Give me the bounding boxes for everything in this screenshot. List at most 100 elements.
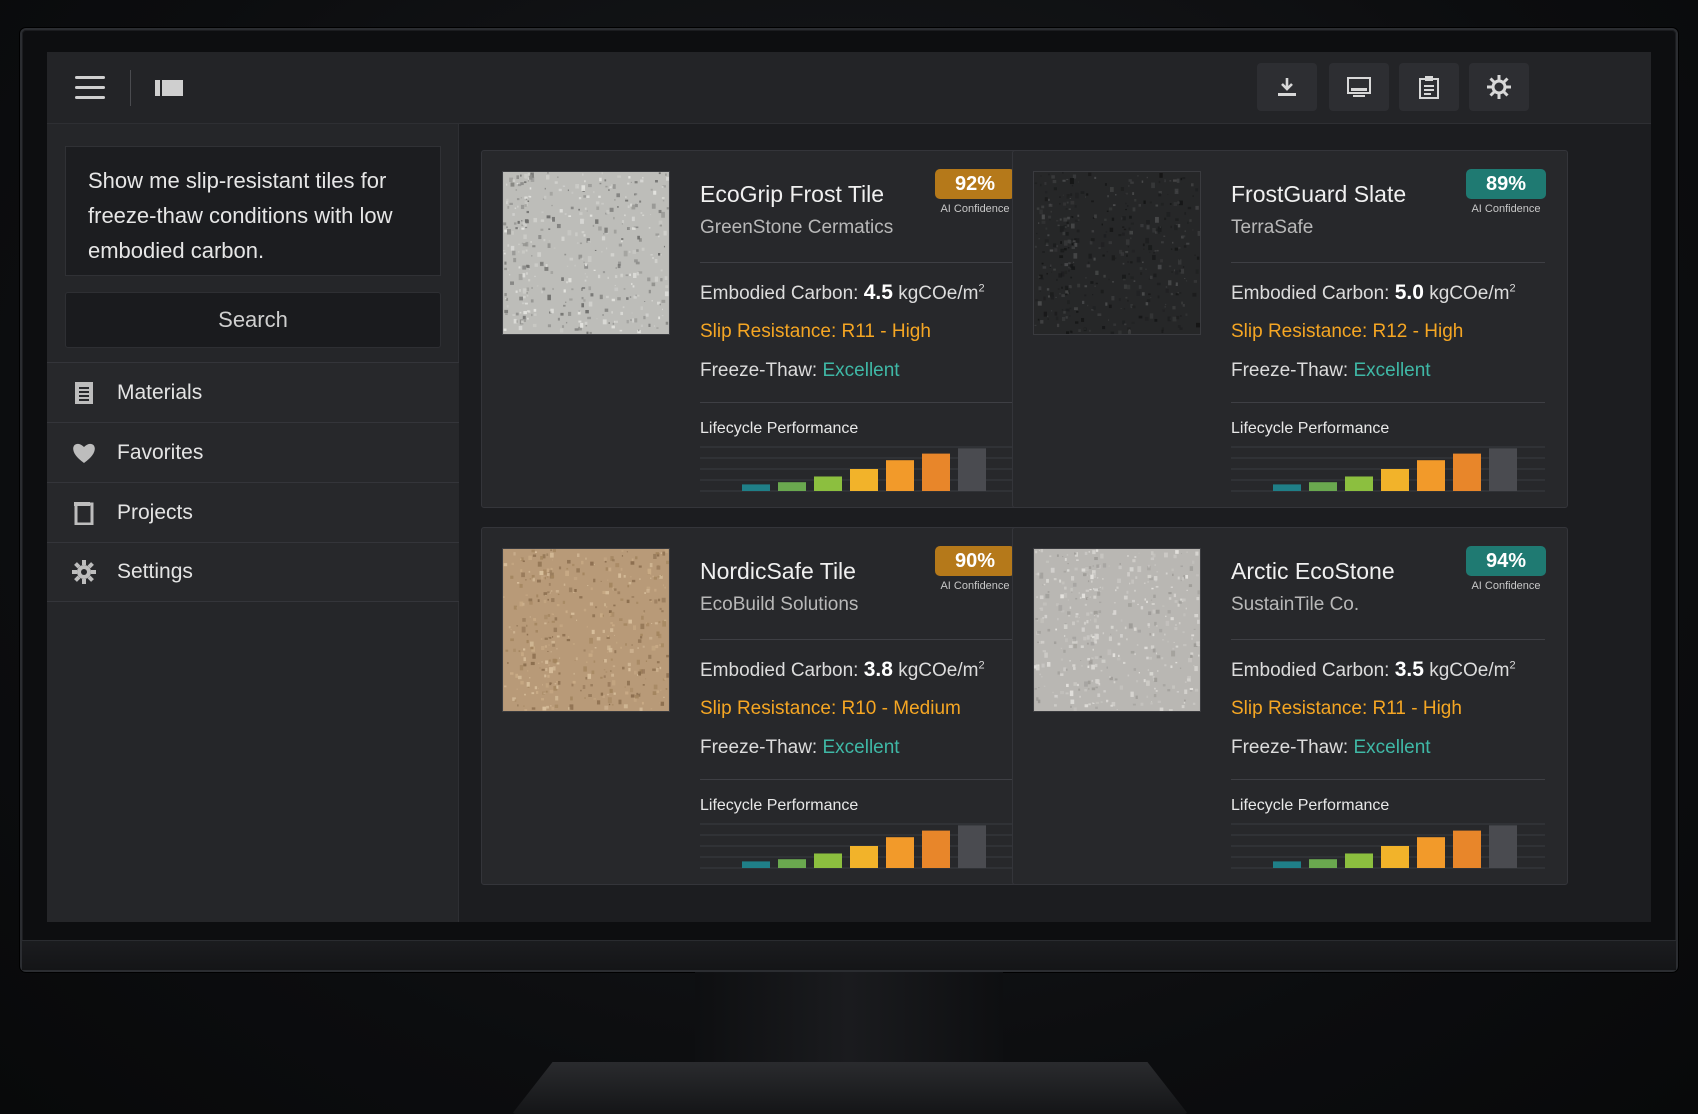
material-card[interactable]: FrostGuard Slate TerraSafe 89% AI Confid… <box>1012 150 1568 508</box>
sidebar-item-projects[interactable]: Projects <box>47 482 459 542</box>
monitor-icon <box>1347 77 1371 97</box>
sidebar-item-label: Materials <box>117 380 203 404</box>
lifecycle-bar <box>1417 837 1445 868</box>
toolbar-divider <box>130 70 131 106</box>
menu-icon[interactable] <box>75 76 105 100</box>
lifecycle-bar <box>1309 482 1337 491</box>
carbon-unit-sup: 2 <box>1509 282 1516 295</box>
results-grid: EcoGrip Frost Tile GreenStone Cermatics … <box>459 124 1651 922</box>
sidebar-item-settings[interactable]: Settings <box>47 542 459 602</box>
lifecycle-bar <box>1381 469 1409 491</box>
slip-label: Slip Resistance: <box>700 321 837 342</box>
material-name: EcoGrip Frost Tile <box>700 181 885 207</box>
lifecycle-bar <box>1489 448 1517 491</box>
carbon-unit: kgCOe/m <box>1429 283 1510 304</box>
lifecycle-bar <box>886 460 914 491</box>
slip-label: Slip Resistance: <box>1231 698 1368 719</box>
lifecycle-bar <box>1345 853 1373 868</box>
lifecycle-bar <box>922 453 950 491</box>
slip-resistance-row: Slip Resistance: R10 - Medium <box>700 698 961 720</box>
sidebar-item-label: Settings <box>117 560 193 583</box>
divider <box>700 402 1014 403</box>
sidebar: Show me slip-resistant tiles for freeze-… <box>47 124 459 922</box>
freeze-label: Freeze-Thaw: <box>700 360 818 381</box>
embodied-carbon-row: Embodied Carbon: 3.5 kgCOe/m2 <box>1231 658 1516 682</box>
confidence-badge: 92% <box>935 169 1015 199</box>
carbon-unit-sup: 2 <box>978 282 985 295</box>
material-card[interactable]: NordicSafe Tile EcoBuild Solutions 90% A… <box>481 527 1037 885</box>
material-name: NordicSafe Tile <box>700 558 856 584</box>
material-swatch-image <box>502 171 670 335</box>
lifecycle-bar <box>850 846 878 868</box>
settings-button[interactable] <box>1469 63 1529 111</box>
carbon-unit: kgCOe/m <box>1429 660 1510 681</box>
lifecycle-bar <box>1381 846 1409 868</box>
lifecycle-bar <box>886 837 914 868</box>
embodied-carbon-row: Embodied Carbon: 5.0 kgCOe/m2 <box>1231 281 1516 305</box>
lifecycle-bar <box>1273 484 1301 491</box>
freeze-label: Freeze-Thaw: <box>1231 737 1349 758</box>
download-button[interactable] <box>1257 63 1317 111</box>
manufacturer-name: TerraSafe <box>1231 217 1314 238</box>
document-list-icon <box>71 380 97 406</box>
lifecycle-bar <box>814 853 842 868</box>
clipboard-icon <box>1419 76 1439 99</box>
slip-resistance-row: Slip Resistance: R12 - High <box>1231 321 1463 343</box>
sidebar-panel-icon[interactable] <box>155 79 183 97</box>
sidebar-item-favorites[interactable]: Favorites <box>47 422 459 482</box>
carbon-label: Embodied Carbon: <box>1231 283 1390 304</box>
lifecycle-label: Lifecycle Performance <box>1231 420 1390 437</box>
embodied-carbon-row: Embodied Carbon: 3.8 kgCOe/m2 <box>700 658 985 682</box>
divider <box>700 639 1014 640</box>
monitor-chin <box>22 940 1676 970</box>
folder-icon <box>71 500 97 526</box>
material-card[interactable]: EcoGrip Frost Tile GreenStone Cermatics … <box>481 150 1037 508</box>
query-input[interactable]: Show me slip-resistant tiles for freeze-… <box>65 146 441 276</box>
gear-icon <box>71 559 97 585</box>
freeze-thaw-row: Freeze-Thaw: Excellent <box>700 737 900 759</box>
material-card[interactable]: Arctic EcoStone SustainTile Co. 94% AI C… <box>1012 527 1568 885</box>
confidence-label: AI Confidence <box>1471 203 1541 215</box>
sidebar-item-materials[interactable]: Materials <box>47 362 459 422</box>
lifecycle-bar <box>742 484 770 491</box>
top-bar <box>47 52 1651 124</box>
freeze-value: Excellent <box>822 360 900 381</box>
lifecycle-bar <box>1489 825 1517 868</box>
slip-value: R11 - High <box>841 321 931 342</box>
lifecycle-bar <box>1273 861 1301 868</box>
clipboard-button[interactable] <box>1399 63 1459 111</box>
slip-resistance-row: Slip Resistance: R11 - High <box>700 321 931 343</box>
slip-label: Slip Resistance: <box>1231 321 1368 342</box>
sidebar-nav: Materials Favorites Projects Settings <box>47 362 459 602</box>
slip-value: R10 - Medium <box>841 698 961 719</box>
freeze-thaw-row: Freeze-Thaw: Excellent <box>1231 737 1431 759</box>
confidence-badge: 94% <box>1466 546 1546 576</box>
freeze-value: Excellent <box>1353 360 1431 381</box>
carbon-value: 3.8 <box>863 658 893 681</box>
divider <box>700 262 1014 263</box>
material-swatch-image <box>1033 171 1201 335</box>
confidence-label: AI Confidence <box>940 203 1010 215</box>
material-swatch-image <box>502 548 670 712</box>
carbon-value: 5.0 <box>1394 281 1424 304</box>
material-swatch-image <box>1033 548 1201 712</box>
search-button[interactable]: Search <box>65 292 441 348</box>
lifecycle-bar <box>1453 453 1481 491</box>
lifecycle-label: Lifecycle Performance <box>1231 797 1390 814</box>
manufacturer-name: SustainTile Co. <box>1231 594 1360 615</box>
lifecycle-bar <box>850 469 878 491</box>
carbon-label: Embodied Carbon: <box>700 283 859 304</box>
carbon-label: Embodied Carbon: <box>700 660 859 681</box>
divider <box>700 779 1014 780</box>
freeze-thaw-row: Freeze-Thaw: Excellent <box>1231 360 1431 382</box>
lifecycle-chart <box>1231 823 1545 869</box>
freeze-value: Excellent <box>1353 737 1431 758</box>
carbon-unit-sup: 2 <box>1509 659 1516 672</box>
lifecycle-bar <box>1417 460 1445 491</box>
display-button[interactable] <box>1329 63 1389 111</box>
embodied-carbon-row: Embodied Carbon: 4.5 kgCOe/m2 <box>700 281 985 305</box>
app-screen: Show me slip-resistant tiles for freeze-… <box>47 52 1651 922</box>
material-name: FrostGuard Slate <box>1231 181 1407 207</box>
freeze-label: Freeze-Thaw: <box>700 737 818 758</box>
lifecycle-chart <box>1231 446 1545 492</box>
